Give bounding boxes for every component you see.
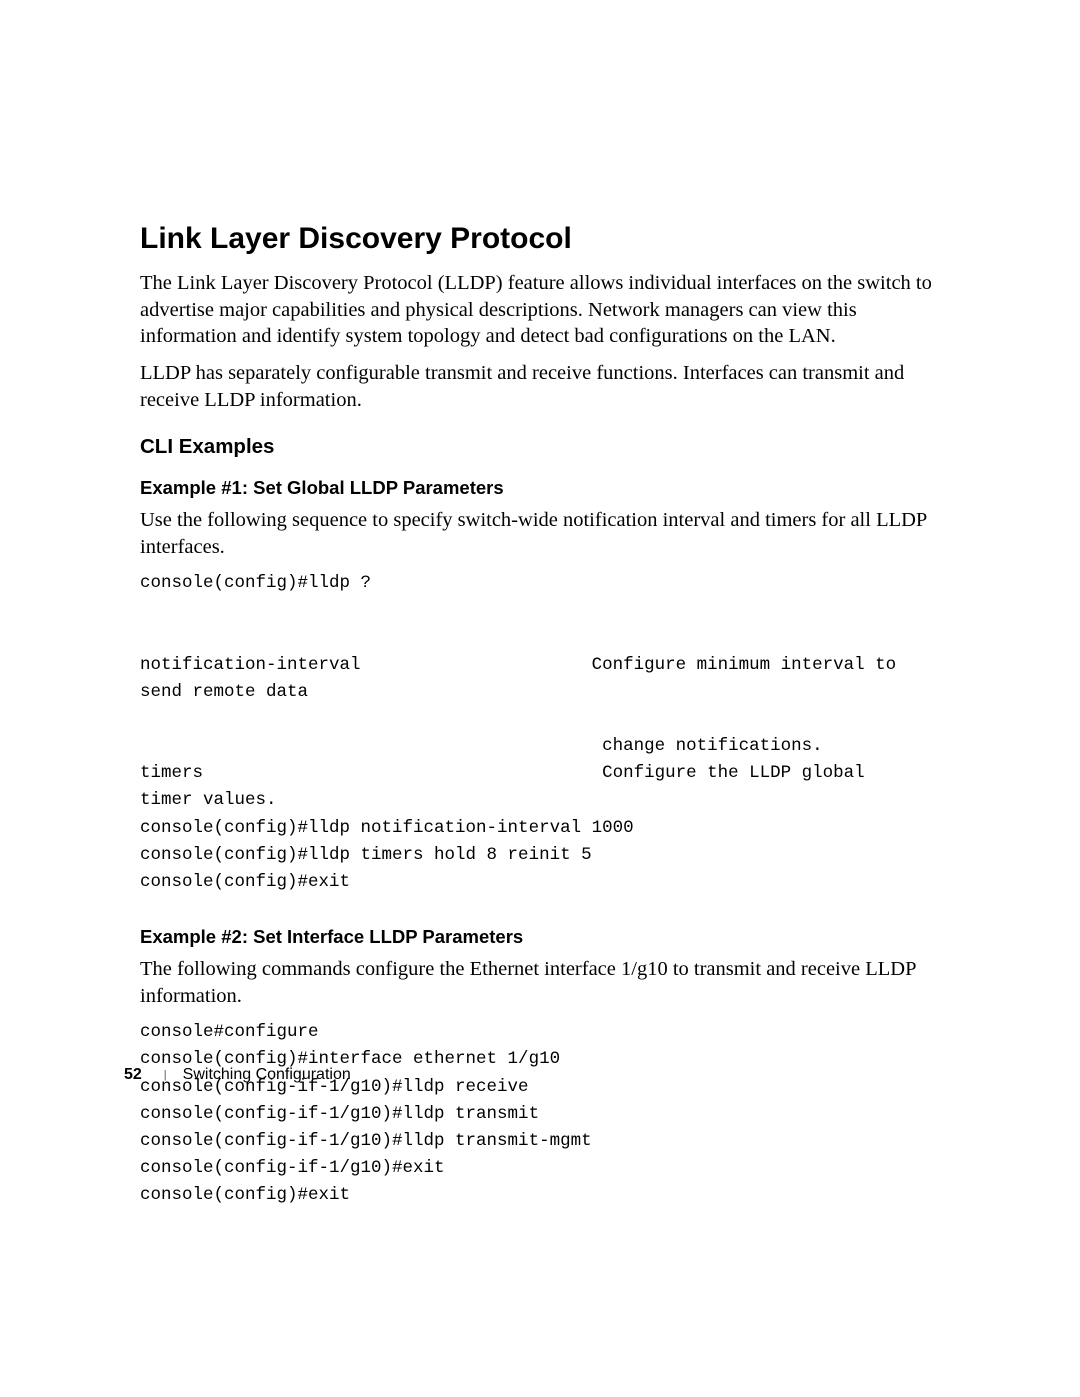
- intro-paragraph-2: LLDP has separately configurable transmi…: [140, 360, 950, 413]
- example-1-code: console(config)#lldp ? notification-inte…: [140, 570, 950, 896]
- example-1-description: Use the following sequence to specify sw…: [140, 507, 950, 560]
- example-2-description: The following commands configure the Eth…: [140, 956, 950, 1009]
- page-content: Link Layer Discovery Protocol The Link L…: [0, 0, 1080, 1397]
- cli-examples-heading: CLI Examples: [140, 435, 950, 459]
- page-footer: 52 | Switching Configuration: [124, 1066, 351, 1084]
- example-2-heading: Example #2: Set Interface LLDP Parameter…: [140, 926, 950, 948]
- example-2-code: console#configure console(config)#interf…: [140, 1019, 950, 1209]
- footer-divider: |: [152, 1069, 173, 1081]
- chapter-title: Switching Configuration: [183, 1066, 351, 1084]
- example-1-heading: Example #1: Set Global LLDP Parameters: [140, 477, 950, 499]
- section-heading: Link Layer Discovery Protocol: [140, 222, 950, 256]
- page-number: 52: [124, 1066, 142, 1084]
- intro-paragraph-1: The Link Layer Discovery Protocol (LLDP)…: [140, 270, 950, 350]
